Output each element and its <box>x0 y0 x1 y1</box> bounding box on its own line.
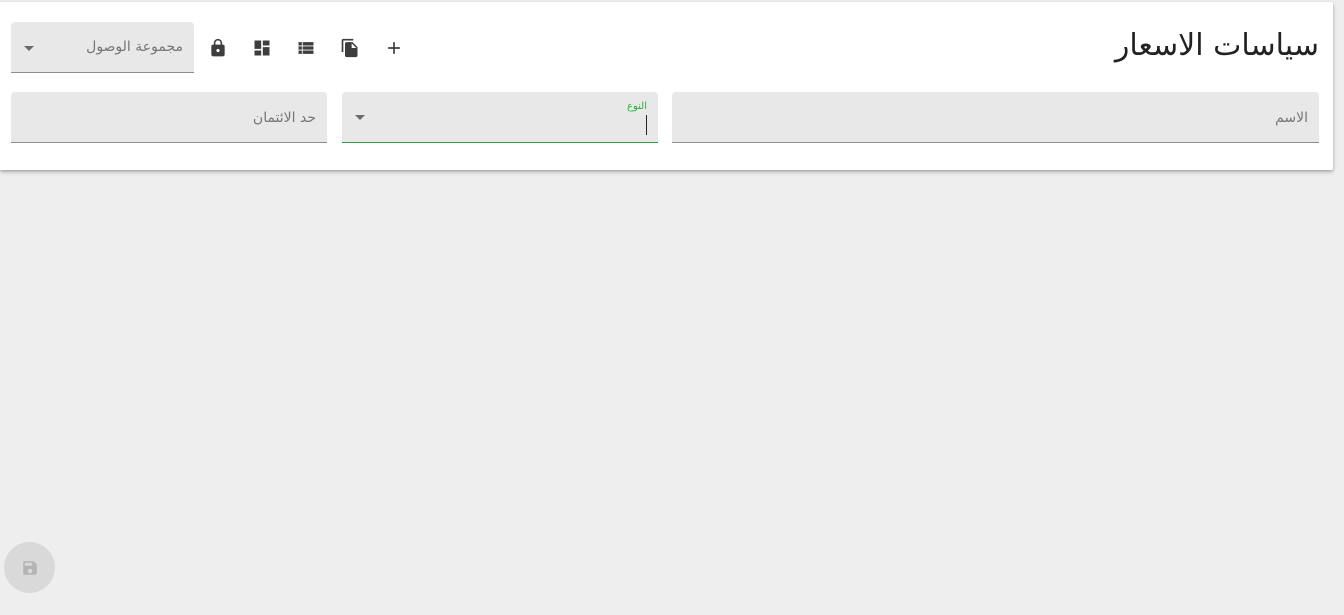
lock-icon <box>211 38 225 57</box>
list-view-button[interactable] <box>284 33 328 63</box>
credit-limit-label: حد الائتمان <box>252 110 316 126</box>
dropdown-arrow-icon <box>355 115 365 120</box>
copy-button[interactable] <box>328 33 372 63</box>
add-icon <box>388 42 400 54</box>
save-fab-button[interactable] <box>4 542 55 593</box>
dashboard-icon <box>254 40 270 56</box>
access-group-select[interactable]: مجموعة الوصول <box>11 22 194 73</box>
dropdown-arrow-icon <box>24 46 34 51</box>
header-card: سياسات الاسعار مجموعة الوصول الاسم النوع… <box>0 2 1333 170</box>
text-caret <box>646 115 647 135</box>
save-icon <box>22 560 37 575</box>
name-input[interactable]: الاسم <box>672 92 1319 143</box>
list-icon <box>298 42 314 54</box>
copy-icon <box>341 38 358 58</box>
lock-button[interactable] <box>196 33 240 63</box>
page-title: سياسات الاسعار <box>1114 28 1319 63</box>
access-group-placeholder: مجموعة الوصول <box>86 39 183 55</box>
name-label: الاسم <box>1275 110 1308 126</box>
toolbar <box>196 33 416 63</box>
credit-limit-input[interactable]: حد الائتمان <box>11 92 327 143</box>
type-select[interactable]: النوع <box>342 92 658 143</box>
type-label: النوع <box>627 101 647 112</box>
dashboard-view-button[interactable] <box>240 33 284 63</box>
add-button[interactable] <box>372 33 416 63</box>
